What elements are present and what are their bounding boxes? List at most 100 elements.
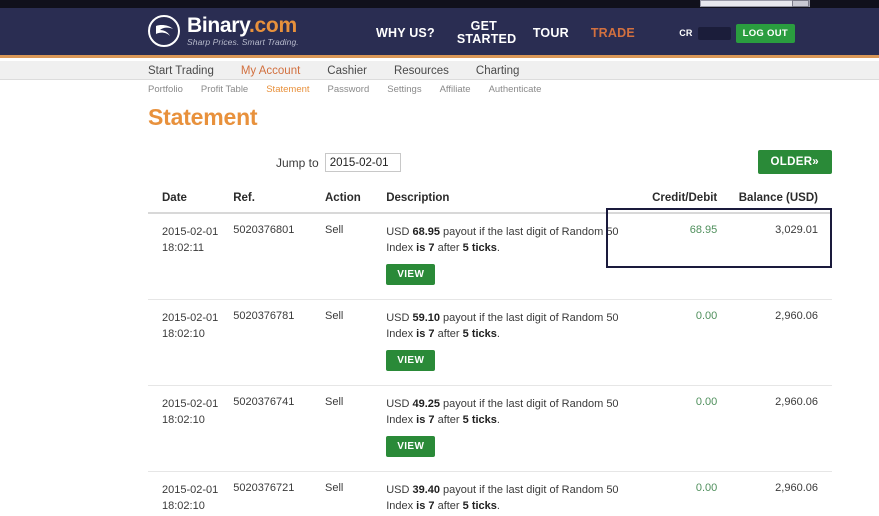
subnav-item-portfolio[interactable]: Portfolio xyxy=(148,84,183,95)
subnav-item-profit-table[interactable]: Profit Table xyxy=(201,84,248,95)
cell-description: USD 49.25 payout if the last digit of Ra… xyxy=(386,385,636,472)
desc-condition: is 7 xyxy=(416,414,435,426)
browser-chrome-sliver xyxy=(0,0,879,8)
browser-widget-button xyxy=(792,0,809,7)
statement-controls: Jump to OLDER» xyxy=(148,150,832,178)
desc-currency: USD xyxy=(386,312,413,324)
subnav-item-password[interactable]: Password xyxy=(328,84,370,95)
cell-time: 18:02:10 xyxy=(162,500,205,512)
desc-after: after xyxy=(434,414,463,426)
nav-tour[interactable]: TOUR xyxy=(533,26,569,40)
cell-date: 2015-02-01 xyxy=(162,226,219,238)
desc-payout-amount: 39.40 xyxy=(412,484,440,496)
cell-balance: 3,029.01 xyxy=(729,213,832,300)
subnav-item-affiliate[interactable]: Affiliate xyxy=(440,84,471,95)
subnav-item-settings[interactable]: Settings xyxy=(387,84,421,95)
account-code-label: CR xyxy=(679,28,693,38)
balance-value: 2,960.06 xyxy=(775,396,818,408)
table-row: 2015-02-01 18:02:11 5020376801 Sell USD 68.9… xyxy=(148,213,832,300)
site-header: Binary.com Sharp Prices. Smart Trading. … xyxy=(0,8,879,58)
page-root: Binary.com Sharp Prices. Smart Trading. … xyxy=(0,0,879,516)
sub-nav-items: Portfolio Profit Table Statement Passwor… xyxy=(148,81,541,97)
logo-tagline: Sharp Prices. Smart Trading. xyxy=(187,37,299,48)
nav-item-start-trading[interactable]: Start Trading xyxy=(148,65,214,77)
table-header-row: Date Ref. Action Description Credit/Debi… xyxy=(148,188,832,214)
nav-item-cashier[interactable]: Cashier xyxy=(327,65,367,77)
column-header-description: Description xyxy=(386,188,636,214)
desc-payout-amount: 59.10 xyxy=(412,312,440,324)
cell-time: 18:02:11 xyxy=(162,242,205,254)
cell-time: 18:02:10 xyxy=(162,328,205,340)
logo-text: Binary.com Sharp Prices. Smart Trading. xyxy=(187,15,299,47)
nav-get-started[interactable]: GET STARTED xyxy=(457,20,516,46)
column-header-action: Action xyxy=(325,188,387,214)
cell-description: USD 68.95 payout if the last digit of Ra… xyxy=(386,213,636,300)
view-button[interactable]: VIEW xyxy=(386,436,436,457)
cell-action: Sell xyxy=(325,299,387,386)
credit-debit-value: 0.00 xyxy=(695,396,718,408)
desc-ticks: 5 ticks xyxy=(462,500,497,512)
statement-table: Date Ref. Action Description Credit/Debi… xyxy=(148,188,832,516)
column-header-date: Date xyxy=(148,188,234,214)
cell-action: Sell xyxy=(325,385,387,472)
cell-ref: 5020376721 xyxy=(233,471,325,516)
swoosh-icon xyxy=(156,25,173,36)
cell-credit-debit: 0.00 xyxy=(635,471,730,516)
jump-to-group: Jump to xyxy=(276,153,401,172)
cell-ref: 5020376781 xyxy=(233,299,325,386)
balance-value: 3,029.01 xyxy=(775,224,818,236)
view-button[interactable]: VIEW xyxy=(386,350,436,371)
cell-datetime: 2015-02-01 18:02:11 xyxy=(148,213,234,300)
cell-ref: 5020376741 xyxy=(233,385,325,472)
cell-date: 2015-02-01 xyxy=(162,484,219,496)
desc-after: after xyxy=(434,242,463,254)
credit-debit-value: 0.00 xyxy=(695,310,718,322)
nav-why-us[interactable]: WHY US? xyxy=(376,26,435,40)
desc-payout-amount: 49.25 xyxy=(412,398,440,410)
site-logo[interactable]: Binary.com Sharp Prices. Smart Trading. xyxy=(148,15,299,47)
view-button[interactable]: VIEW xyxy=(386,264,436,285)
cell-action: Sell xyxy=(325,213,387,300)
nav-trade[interactable]: TRADE xyxy=(591,26,635,40)
jump-to-date-input[interactable] xyxy=(324,153,401,172)
logo-wordmark: Binary.com xyxy=(187,15,299,36)
cell-action: Sell xyxy=(325,471,387,516)
nav-item-charting[interactable]: Charting xyxy=(476,65,519,77)
cell-time: 18:02:10 xyxy=(162,414,205,426)
desc-ticks: 5 ticks xyxy=(462,414,497,426)
desc-ticks: 5 ticks xyxy=(462,328,497,340)
primary-nav: WHY US? GET STARTED TOUR TRADE xyxy=(376,8,635,58)
balance-value: 2,960.06 xyxy=(775,310,818,322)
desc-condition: is 7 xyxy=(416,328,435,340)
logout-button[interactable]: LOG OUT xyxy=(735,23,795,43)
nav-item-resources[interactable]: Resources xyxy=(394,65,449,77)
binary-logo-icon xyxy=(148,15,180,47)
cell-datetime: 2015-02-01 18:02:10 xyxy=(148,385,234,472)
description-text: USD 39.40 payout if the last digit of Ra… xyxy=(386,482,635,514)
cell-date: 2015-02-01 xyxy=(162,398,219,410)
desc-currency: USD xyxy=(386,226,413,238)
table-row: 2015-02-01 18:02:10 5020376781 Sell USD 59.1… xyxy=(148,299,832,386)
column-header-balance: Balance (USD) xyxy=(729,188,832,214)
subnav-item-statement[interactable]: Statement xyxy=(266,84,309,95)
table-row: 2015-02-01 18:02:10 5020376741 Sell USD 49.2… xyxy=(148,385,832,472)
desc-period: . xyxy=(496,242,500,254)
cell-credit-debit: 0.00 xyxy=(635,385,730,472)
cell-description: USD 39.40 payout if the last digit of Ra… xyxy=(386,471,636,516)
older-button[interactable]: OLDER» xyxy=(757,150,832,174)
logo-word-binary: Binary xyxy=(187,14,249,38)
cell-credit-debit: 68.95 xyxy=(635,213,730,300)
cell-datetime: 2015-02-01 18:02:10 xyxy=(148,299,234,386)
main-nav-bar: Start Trading My Account Cashier Resourc… xyxy=(0,61,879,80)
desc-period: . xyxy=(496,500,500,512)
table-row: 2015-02-01 18:02:10 5020376721 Sell USD 39.4… xyxy=(148,471,832,516)
statement-table-head: Date Ref. Action Description Credit/Debi… xyxy=(148,188,832,214)
jump-to-label: Jump to xyxy=(276,155,319,170)
desc-currency: USD xyxy=(386,484,413,496)
subnav-item-authenticate[interactable]: Authenticate xyxy=(489,84,542,95)
nav-item-my-account[interactable]: My Account xyxy=(241,65,300,77)
cell-datetime: 2015-02-01 18:02:10 xyxy=(148,471,234,516)
column-header-ref: Ref. xyxy=(233,188,325,214)
statement-table-body: 2015-02-01 18:02:11 5020376801 Sell USD 68.9… xyxy=(148,213,832,516)
cell-date: 2015-02-01 xyxy=(162,312,219,324)
